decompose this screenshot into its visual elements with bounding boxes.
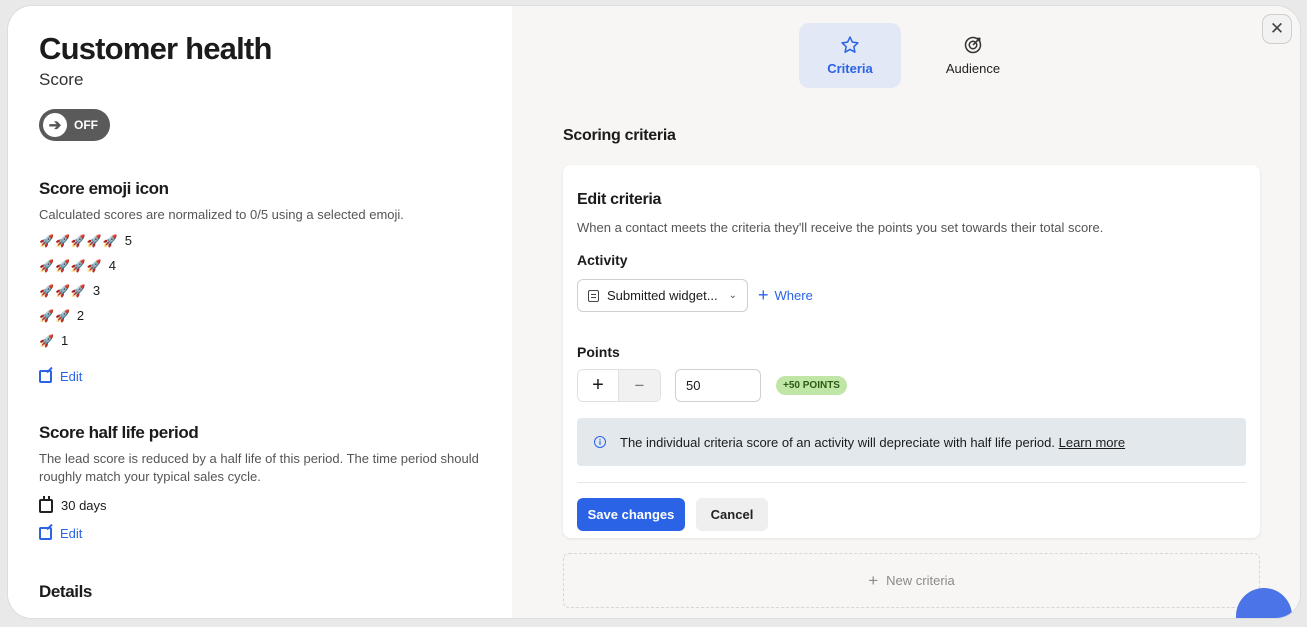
emoji-scale-value: 2 bbox=[76, 308, 85, 323]
tab-audience-label: Audience bbox=[945, 61, 1001, 76]
arrow-right-icon: ➔ bbox=[43, 113, 67, 137]
form-icon bbox=[588, 289, 599, 302]
edit-icon bbox=[39, 370, 52, 383]
emoji-scale-value: 4 bbox=[108, 258, 116, 273]
emoji-scale-row: 🚀🚀🚀🚀 4 bbox=[39, 257, 481, 274]
tab-criteria-label: Criteria bbox=[827, 61, 873, 76]
star-icon bbox=[841, 36, 859, 53]
activity-select-value: Submitted widget... bbox=[607, 288, 718, 303]
half-life-period: 30 days bbox=[39, 495, 481, 513]
close-icon: ✕ bbox=[1269, 19, 1285, 38]
edit-emoji-label: Edit bbox=[60, 369, 83, 384]
target-icon bbox=[964, 36, 982, 54]
add-where-label: Where bbox=[774, 288, 813, 303]
tab-audience[interactable]: Audience bbox=[922, 23, 1024, 88]
edit-criteria-description: When a contact meets the criteria they'l… bbox=[577, 220, 1104, 235]
left-panel: Customer health Score ➔ OFF Score emoji … bbox=[8, 6, 512, 618]
right-panel: Criteria Audience ✕ Scoring criteria Edi… bbox=[512, 6, 1300, 618]
edit-criteria-card: Edit criteria When a contact meets the c… bbox=[563, 165, 1260, 538]
score-toggle[interactable]: ➔ OFF bbox=[39, 109, 110, 141]
emoji-scale-value: 3 bbox=[92, 283, 101, 298]
rocket-icons: 🚀🚀🚀🚀 bbox=[39, 258, 103, 273]
cancel-button[interactable]: Cancel bbox=[696, 498, 768, 531]
half-life-period-value: 30 days bbox=[61, 498, 107, 513]
emoji-scale-row: 🚀 1 bbox=[39, 332, 481, 349]
edit-criteria-title: Edit criteria bbox=[577, 191, 662, 208]
details-title: Details bbox=[39, 582, 92, 601]
rocket-icons: 🚀🚀🚀🚀🚀 bbox=[39, 233, 119, 248]
calendar-icon bbox=[39, 495, 53, 513]
edit-half-life-link[interactable]: Edit bbox=[39, 526, 481, 541]
chevron-down-icon: ⌄ bbox=[728, 290, 737, 301]
card-actions: Save changes Cancel bbox=[577, 498, 1246, 531]
emoji-section-title: Score emoji icon bbox=[39, 179, 169, 198]
increment-button[interactable]: + bbox=[578, 370, 620, 401]
emoji-scale-row: 🚀🚀 2 bbox=[39, 307, 481, 324]
emoji-scale: 🚀🚀🚀🚀🚀 5 🚀🚀🚀🚀 4 🚀🚀🚀 3 🚀🚀 2 🚀 1 bbox=[39, 232, 481, 349]
rocket-icons: 🚀 bbox=[39, 333, 55, 348]
rocket-icons: 🚀🚀 bbox=[39, 308, 71, 323]
activity-row: Submitted widget... ⌄ + Where bbox=[577, 279, 1246, 312]
activity-select[interactable]: Submitted widget... ⌄ bbox=[577, 279, 748, 312]
customer-health-modal: Customer health Score ➔ OFF Score emoji … bbox=[8, 6, 1300, 618]
save-changes-button[interactable]: Save changes bbox=[577, 498, 685, 531]
new-criteria-label: New criteria bbox=[886, 573, 955, 588]
emoji-scale-value: 5 bbox=[124, 233, 132, 248]
learn-more-link[interactable]: Learn more bbox=[1059, 435, 1125, 450]
emoji-section-description: Calculated scores are normalized to 0/5 … bbox=[39, 207, 404, 222]
edit-half-life-label: Edit bbox=[60, 526, 83, 541]
scoring-criteria-title: Scoring criteria bbox=[563, 127, 676, 144]
half-life-section: Score half life period The lead score is… bbox=[39, 423, 481, 541]
plus-icon: + bbox=[868, 570, 879, 590]
activity-label: Activity bbox=[577, 252, 628, 268]
points-input[interactable]: 50 bbox=[675, 369, 761, 402]
points-badge: +50 POINTS bbox=[776, 376, 847, 395]
points-label: Points bbox=[577, 344, 620, 360]
tab-criteria[interactable]: Criteria bbox=[799, 23, 901, 88]
add-where-button[interactable]: + Where bbox=[758, 285, 813, 306]
points-stepper: + − bbox=[577, 369, 661, 402]
points-row: + − 50 +50 POINTS bbox=[577, 369, 1246, 402]
emoji-scale-row: 🚀🚀🚀 3 bbox=[39, 282, 481, 299]
emoji-scale-row: 🚀🚀🚀🚀🚀 5 bbox=[39, 232, 481, 249]
emoji-section: Score emoji icon Calculated scores are n… bbox=[39, 179, 481, 384]
new-criteria-button[interactable]: + New criteria bbox=[563, 553, 1260, 608]
half-life-info-banner: i The individual criteria score of an ac… bbox=[577, 418, 1246, 466]
plus-icon: + bbox=[758, 285, 769, 305]
info-text-wrapper: The individual criteria score of an acti… bbox=[620, 435, 1125, 450]
toggle-state-label: OFF bbox=[74, 118, 98, 132]
page-title: Customer health bbox=[39, 31, 272, 66]
half-life-title: Score half life period bbox=[39, 423, 199, 442]
edit-icon bbox=[39, 527, 52, 540]
info-icon: i bbox=[594, 436, 606, 448]
emoji-scale-value: 1 bbox=[60, 333, 69, 348]
rocket-icons: 🚀🚀🚀 bbox=[39, 283, 87, 298]
decrement-button[interactable]: − bbox=[619, 370, 660, 401]
info-text: The individual criteria score of an acti… bbox=[620, 434, 1055, 450]
tab-bar: Criteria Audience bbox=[799, 23, 1024, 88]
edit-emoji-link[interactable]: Edit bbox=[39, 369, 481, 384]
close-button[interactable]: ✕ bbox=[1262, 14, 1292, 44]
card-divider bbox=[577, 482, 1246, 483]
page-subtitle: Score bbox=[39, 70, 84, 89]
half-life-description: The lead score is reduced by a half life… bbox=[39, 451, 479, 484]
